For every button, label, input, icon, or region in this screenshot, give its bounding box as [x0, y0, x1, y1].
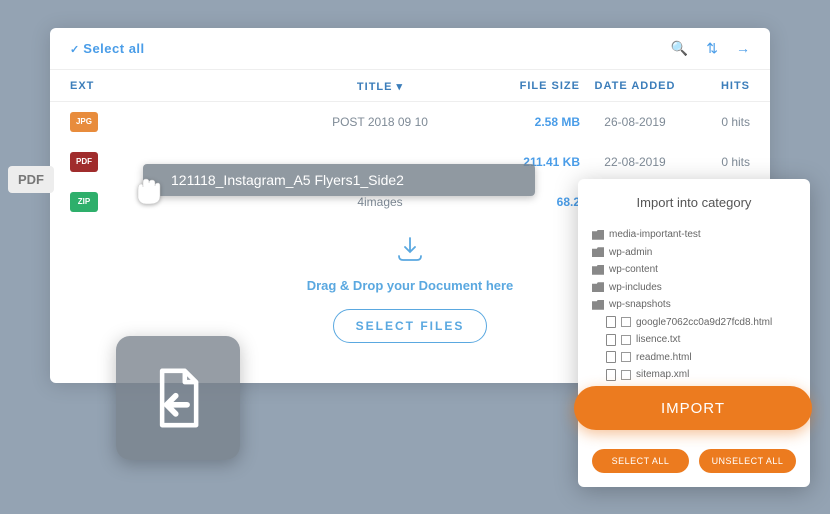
- toolbar: Select all 🔍 ⇅ →: [50, 28, 770, 70]
- file-icon: [606, 369, 616, 381]
- folder-icon: [592, 230, 604, 240]
- table-header: EXT TITLE ▾ FILE SIZE DATE ADDED HITS: [50, 70, 770, 102]
- drag-pdf-tag: PDF: [8, 166, 54, 193]
- file-hits: 0 hits: [690, 115, 750, 129]
- select-all-button[interactable]: SELECT ALL: [592, 449, 689, 473]
- select-all-link[interactable]: Select all: [70, 41, 145, 56]
- checkbox[interactable]: [621, 335, 631, 345]
- col-hits[interactable]: HITS: [690, 80, 750, 93]
- folder-icon: [592, 282, 604, 292]
- import-panel: Import into category media-important-tes…: [578, 179, 810, 487]
- file-date: 26-08-2019: [580, 115, 690, 129]
- import-button[interactable]: IMPORT: [574, 386, 812, 430]
- table-row[interactable]: JPG POST 2018 09 10 2.58 MB 26-08-2019 0…: [50, 102, 770, 142]
- file-type-badge: PDF: [70, 152, 98, 172]
- select-files-button[interactable]: SELECT FILES: [333, 309, 488, 343]
- file-date: 22-08-2019: [580, 155, 690, 169]
- import-overlay-icon: [116, 336, 240, 460]
- checkbox[interactable]: [621, 317, 631, 327]
- tree-folder[interactable]: wp-includes: [592, 279, 796, 297]
- folder-icon: [592, 247, 604, 257]
- file-icon: [606, 334, 616, 346]
- filter-icon[interactable]: ⇅: [706, 40, 718, 57]
- unselect-all-button[interactable]: UNSELECT ALL: [699, 449, 796, 473]
- tree-file[interactable]: lisence.txt: [606, 331, 796, 349]
- folder-icon: [592, 300, 604, 310]
- col-size[interactable]: FILE SIZE: [490, 80, 580, 93]
- tree-file[interactable]: sitemap.xml: [606, 366, 796, 384]
- tree-file[interactable]: readme.html: [606, 349, 796, 367]
- file-size: 68.2: [490, 195, 580, 209]
- checkbox[interactable]: [621, 352, 631, 362]
- tree-folder[interactable]: media-important-test: [592, 226, 796, 244]
- file-size: 2.58 MB: [490, 115, 580, 129]
- tree-file[interactable]: google7062cc0a9d27fcd8.html: [606, 314, 796, 332]
- file-title: POST 2018 09 10: [270, 115, 490, 129]
- tree-folder[interactable]: wp-snapshots: [592, 296, 796, 314]
- search-icon[interactable]: 🔍: [671, 40, 688, 57]
- export-icon[interactable]: →: [736, 40, 750, 57]
- col-ext[interactable]: EXT: [70, 80, 270, 93]
- col-title[interactable]: TITLE ▾: [270, 80, 490, 93]
- checkbox[interactable]: [621, 370, 631, 380]
- file-hits: 0 hits: [690, 155, 750, 169]
- import-panel-title: Import into category: [592, 195, 796, 210]
- file-title: 4images: [270, 195, 490, 209]
- folder-tree: media-important-test wp-admin wp-content…: [592, 226, 796, 401]
- toolbar-icons: 🔍 ⇅ →: [671, 40, 750, 57]
- file-icon: [606, 351, 616, 363]
- file-type-badge: ZIP: [70, 192, 98, 212]
- grab-cursor-icon: [128, 172, 164, 208]
- col-date[interactable]: DATE ADDED: [580, 80, 690, 93]
- folder-icon: [592, 265, 604, 275]
- tree-folder[interactable]: wp-content: [592, 261, 796, 279]
- tree-folder[interactable]: wp-admin: [592, 244, 796, 262]
- drag-tooltip: 121118_Instagram_A5 Flyers1_Side2: [143, 164, 535, 196]
- file-type-badge: JPG: [70, 112, 98, 132]
- file-icon: [606, 316, 616, 328]
